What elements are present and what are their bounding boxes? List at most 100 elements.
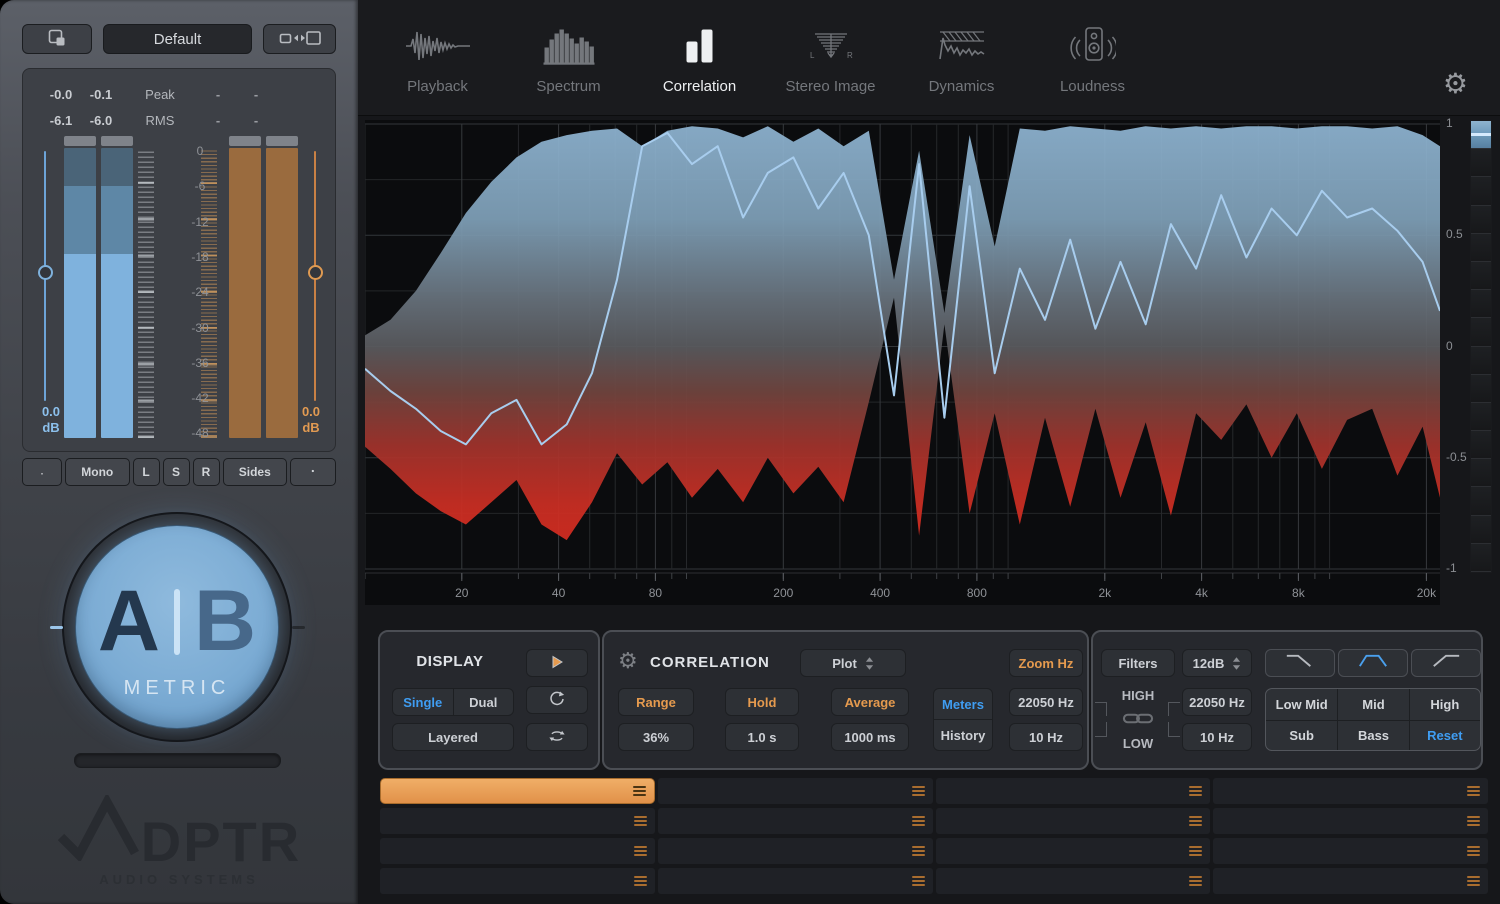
drag-handle-icon[interactable] <box>634 844 647 858</box>
restart-button[interactable] <box>526 686 588 714</box>
snapshot-slot[interactable] <box>658 778 933 804</box>
loop-button[interactable] <box>526 723 588 751</box>
preset-browser-button[interactable] <box>22 24 92 54</box>
drag-handle-icon[interactable] <box>1467 844 1480 858</box>
svg-text:800: 800 <box>967 586 987 600</box>
zoom-high-value[interactable]: 22050 Hz <box>1009 688 1083 716</box>
link-chain-icon[interactable] <box>1122 711 1154 729</box>
snapshot-slot[interactable] <box>658 868 933 894</box>
drag-handle-icon[interactable] <box>1189 814 1202 828</box>
filter-high-value[interactable]: 22050 Hz <box>1182 688 1252 716</box>
rms-b-right: - <box>237 113 275 128</box>
channel-button-mono[interactable]: Mono <box>65 458 130 486</box>
preset-select[interactable]: Default <box>103 24 252 54</box>
meters-button[interactable]: Meters <box>934 689 992 719</box>
channel-button-r[interactable]: R <box>193 458 220 486</box>
band-button-low-mid[interactable]: Low Mid <box>1266 689 1337 720</box>
resize-icon <box>279 29 321 50</box>
snapshot-slot[interactable] <box>658 808 933 834</box>
slope-select[interactable]: 12dB <box>1182 649 1252 677</box>
drag-handle-icon[interactable] <box>633 784 646 798</box>
play-button[interactable] <box>526 649 588 677</box>
settings-gear-icon[interactable]: ⚙ <box>1443 70 1468 98</box>
band-button-sub[interactable]: Sub <box>1266 720 1337 751</box>
display-title: DISPLAY <box>380 653 520 670</box>
snapshot-slot[interactable] <box>380 868 655 894</box>
history-button[interactable]: History <box>934 719 992 750</box>
dual-button[interactable]: Dual <box>453 689 514 715</box>
snapshot-slot-selected[interactable] <box>380 778 655 804</box>
drag-handle-icon[interactable] <box>912 814 925 828</box>
drag-handle-icon[interactable] <box>1189 784 1202 798</box>
trim-right-value: 0.0 <box>289 404 333 420</box>
snapshot-slot[interactable] <box>936 838 1211 864</box>
drag-handle-icon[interactable] <box>1467 874 1480 888</box>
tab-label-loudness: Loudness <box>1060 78 1125 95</box>
window-size-button[interactable] <box>263 24 336 54</box>
svg-text:20k: 20k <box>1417 586 1437 600</box>
layered-button[interactable]: Layered <box>392 723 514 751</box>
trim-right-handle[interactable] <box>308 265 323 280</box>
hold-button[interactable]: Hold <box>725 688 799 716</box>
drag-handle-icon[interactable] <box>634 874 647 888</box>
correlation-settings-gear-icon[interactable]: ⚙ <box>618 648 638 674</box>
zoom-hz-button[interactable]: Zoom Hz <box>1009 649 1083 677</box>
band-button-mid[interactable]: Mid <box>1337 689 1408 720</box>
rms-right-value: -6.0 <box>81 113 121 128</box>
tab-stereo-image[interactable]: LRStereo Image <box>765 0 896 116</box>
band-button-high[interactable]: High <box>1409 689 1480 720</box>
monitor-ab-button[interactable] <box>290 458 336 486</box>
preset-row: Default <box>22 24 336 54</box>
ab-toggle-knob[interactable]: A B METRIC <box>75 525 279 729</box>
zoom-low-value[interactable]: 10 Hz <box>1009 723 1083 751</box>
drag-handle-icon[interactable] <box>634 814 647 828</box>
snapshot-slot[interactable] <box>936 778 1211 804</box>
snapshot-slot[interactable] <box>658 838 933 864</box>
correlation-mode-select[interactable]: Plot <box>800 649 906 677</box>
channel-button-sides[interactable]: Sides <box>223 458 288 486</box>
snapshot-slot[interactable] <box>936 808 1211 834</box>
db-scale-label: -12 <box>181 215 219 229</box>
filters-button[interactable]: Filters <box>1101 649 1175 677</box>
snapshot-slot[interactable] <box>936 868 1211 894</box>
drag-handle-icon[interactable] <box>1189 874 1202 888</box>
tab-loudness[interactable]: Loudness <box>1027 0 1158 116</box>
channel-button-l[interactable]: L <box>133 458 160 486</box>
crossfade-slider[interactable] <box>74 753 281 768</box>
tab-dynamics[interactable]: Dynamics <box>896 0 1027 116</box>
snapshot-slot[interactable] <box>1213 868 1488 894</box>
correlation-chart: 2040802004008002k4k8k20k <box>365 120 1440 605</box>
tab-correlation[interactable]: Correlation <box>634 0 765 116</box>
average-value[interactable]: 1000 ms <box>831 723 909 751</box>
snapshot-slot[interactable] <box>1213 808 1488 834</box>
drag-handle-icon[interactable] <box>1467 784 1480 798</box>
lowpass-curve-button[interactable] <box>1265 649 1335 677</box>
tab-playback[interactable]: Playback <box>372 0 503 116</box>
correlation-meter-value-cell <box>1471 121 1491 149</box>
drag-handle-icon[interactable] <box>1467 814 1480 828</box>
drag-handle-icon[interactable] <box>912 784 925 798</box>
bandpass-curve-button[interactable] <box>1338 649 1408 677</box>
range-value[interactable]: 36% <box>618 723 694 751</box>
filter-low-value[interactable]: 10 Hz <box>1182 723 1252 751</box>
tab-spectrum[interactable]: Spectrum <box>503 0 634 116</box>
range-button[interactable]: Range <box>618 688 694 716</box>
snapshot-slot[interactable] <box>1213 778 1488 804</box>
band-button-bass[interactable]: Bass <box>1337 720 1408 751</box>
snapshot-slot[interactable] <box>380 838 655 864</box>
average-button[interactable]: Average <box>831 688 909 716</box>
highpass-curve-button[interactable] <box>1411 649 1481 677</box>
single-button[interactable]: Single <box>393 689 453 715</box>
drag-handle-icon[interactable] <box>1189 844 1202 858</box>
cap-left-2 <box>101 136 133 146</box>
reset-button[interactable]: Reset <box>1409 720 1480 751</box>
trim-left-handle[interactable] <box>38 265 53 280</box>
snapshot-slot[interactable] <box>380 808 655 834</box>
channel-button-s[interactable]: S <box>163 458 190 486</box>
drag-handle-icon[interactable] <box>912 874 925 888</box>
hold-value[interactable]: 1.0 s <box>725 723 799 751</box>
drag-handle-icon[interactable] <box>912 844 925 858</box>
db-scale-label: -6 <box>181 179 219 193</box>
monitor-a-button[interactable] <box>22 458 62 486</box>
snapshot-slot[interactable] <box>1213 838 1488 864</box>
